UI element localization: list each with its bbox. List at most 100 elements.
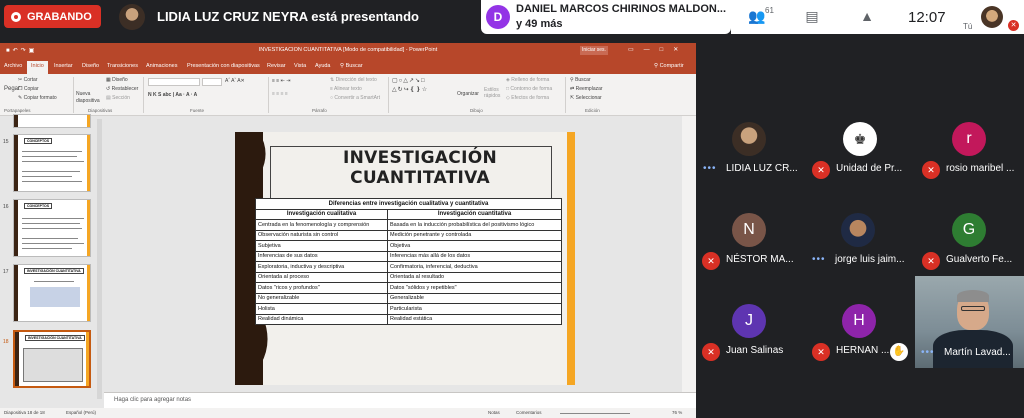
table-row: No generalizable Generalizable — [255, 292, 562, 304]
table-cell: Inferencias de sus datos — [255, 250, 388, 262]
comparison-table[interactable]: Diferencias entre investigación cualitat… — [255, 198, 562, 325]
find-button[interactable]: ⚲ Buscar — [570, 77, 591, 83]
slide-thumbnail[interactable]: CONCEPTOS — [13, 134, 91, 192]
ppt-ribbon: Pegar ✂ Cortar ❐ Copiar ✎ Copiar formato… — [0, 74, 696, 116]
table-row: Inferencias de sus datos Inferencias más … — [255, 250, 562, 262]
clock: 12:07 — [908, 9, 946, 26]
tab-animaciones[interactable]: Animaciones — [146, 63, 178, 69]
table-cell: Subjetiva — [255, 240, 388, 252]
participant-avatar — [732, 122, 766, 156]
participant-avatar: G — [952, 213, 986, 247]
tab-archivo[interactable]: Archivo — [4, 63, 22, 69]
thumb-title: INVESTIGACIÓN CUANTITATIVA — [24, 268, 84, 274]
font-size-input[interactable] — [202, 78, 222, 86]
muted-icon: ✕ — [922, 252, 940, 270]
align-buttons[interactable]: ≡ ≡ ≡ ≡ — [272, 91, 288, 97]
table-cell: Particularista — [387, 303, 562, 315]
tab-transiciones[interactable]: Transiciones — [107, 63, 138, 69]
ribbon-separator — [388, 77, 389, 113]
shapes-gallery[interactable]: ▢○△↗↘□ — [392, 77, 426, 84]
table-row: Subjetiva Objetiva — [255, 240, 562, 252]
group-diapositivas: Diapositivas — [88, 108, 113, 113]
zoom-level[interactable]: 76 % — [672, 410, 682, 415]
self-label: Tú — [963, 22, 973, 31]
notes-pane[interactable]: Haga clic para agregar notas — [104, 392, 696, 408]
tab-insertar[interactable]: Insertar — [54, 63, 73, 69]
shape-fill-button[interactable]: ◈ Relleno de forma — [506, 77, 549, 83]
tab-presentacion[interactable]: Presentación con diapositivas — [187, 63, 260, 69]
arrange-button[interactable]: Organizar — [457, 91, 479, 97]
cut-button[interactable]: ✂ Cortar — [18, 77, 38, 83]
speaking-icon: ••• — [703, 163, 717, 174]
reset-button[interactable]: ↺ Restablecer — [106, 86, 138, 92]
ribbon-separator — [73, 77, 74, 113]
language-indicator[interactable]: Español (Perú) — [66, 410, 96, 415]
speaker-chip[interactable]: D DANIEL MARCOS CHIRINOS MALDON... y 49 … — [481, 0, 731, 34]
slide-thumbnail[interactable] — [13, 114, 91, 128]
format-painter-button[interactable]: ✎ Copiar formato — [18, 95, 57, 101]
tab-diseno[interactable]: Diseño — [82, 63, 99, 69]
notes-button[interactable]: Notas — [488, 410, 500, 415]
new-slide-button[interactable]: Nueva diapositiva — [76, 91, 102, 105]
slide-thumbnail[interactable]: CONCEPTOS — [13, 199, 91, 257]
share-button[interactable]: ⚲ Compartir — [654, 63, 684, 69]
self-mute-icon: ✕ — [1008, 20, 1019, 31]
raised-hand-icon: ✋ — [890, 343, 908, 361]
comments-button[interactable]: Comentarios — [516, 410, 542, 415]
group-fuente: Fuente — [190, 108, 205, 113]
sign-in-button[interactable]: Iniciar ses. — [580, 46, 608, 55]
font-size-buttons[interactable]: Aˆ Aˇ A✕ — [225, 78, 245, 84]
text-direction-button[interactable]: ⇅ Dirección del texto — [330, 77, 377, 83]
slide-canvas[interactable]: INVESTIGACIÓN CUANTITATIVA Diferencias e… — [104, 116, 682, 392]
tab-buscar[interactable]: ⚲ Buscar — [340, 63, 363, 69]
slide-thumbnail-selected[interactable]: INVESTIGACIÓN CUANTITATIVA — [13, 330, 91, 388]
slide-title[interactable]: INVESTIGACIÓN CUANTITATIVA — [290, 148, 550, 188]
list-buttons[interactable]: ≡ ≡ ⇤ ⇥ — [272, 78, 290, 84]
tab-inicio[interactable]: Inicio — [27, 61, 48, 74]
self-avatar[interactable] — [981, 6, 1003, 28]
copy-button[interactable]: ❐ Copiar — [18, 86, 39, 92]
participant-name: Unidad de Pr... — [836, 163, 903, 174]
slide-thumbnail[interactable]: INVESTIGACIÓN CUANTITATIVA — [13, 264, 91, 322]
tab-ayuda[interactable]: Ayuda — [315, 63, 331, 69]
activities-icon[interactable]: ▲ — [858, 8, 876, 24]
people-icon[interactable]: 👥 — [748, 8, 766, 24]
select-button[interactable]: ⇱ Seleccionar — [570, 95, 602, 101]
participant-count: 61 — [765, 6, 774, 15]
thumbnails-scrollbar[interactable] — [97, 119, 102, 399]
recording-indicator[interactable]: GRABANDO — [4, 5, 101, 28]
zoom-slider[interactable] — [560, 413, 630, 414]
table-cell: Basada en la inducción probabilística de… — [387, 219, 562, 231]
participant-name: Martín Lavad... — [944, 347, 1011, 358]
smartart-button[interactable]: ○ Convertir a SmartArt — [330, 95, 380, 101]
thumb-title: INVESTIGACIÓN CUANTITATIVA — [25, 335, 85, 341]
table-header-qualitative: Investigación cualitativa — [255, 208, 388, 220]
shapes-gallery-row2[interactable]: △↻↪❴❵☆ — [392, 86, 428, 93]
table-cell: Objetiva — [387, 240, 562, 252]
muted-icon: ✕ — [812, 343, 830, 361]
table-cell: Datos "sólidos y repetibles" — [387, 282, 562, 294]
shape-effects-button[interactable]: ◇ Efectos de forma — [506, 95, 549, 101]
window-buttons[interactable]: ▭—□✕ — [628, 46, 688, 53]
recording-label: GRABANDO — [27, 10, 92, 23]
tab-revisar[interactable]: Revisar — [267, 63, 286, 69]
section-button[interactable]: ▤ Sección — [106, 95, 130, 101]
current-slide[interactable]: INVESTIGACIÓN CUANTITATIVA Diferencias e… — [235, 132, 575, 385]
layout-button[interactable]: ▦ Diseño — [106, 77, 128, 83]
muted-icon: ✕ — [922, 161, 940, 179]
chat-icon[interactable]: ▤ — [803, 8, 821, 24]
participant-name: NÉSTOR MA... — [726, 254, 794, 265]
replace-button[interactable]: ⇄ Reemplazar — [570, 86, 603, 92]
quick-styles-button[interactable]: Estilos rápidos — [484, 87, 504, 99]
shape-outline-button[interactable]: □ Contorno de forma — [506, 86, 552, 92]
tab-vista[interactable]: Vista — [294, 63, 306, 69]
font-name-input[interactable] — [148, 78, 200, 86]
canvas-scrollbar[interactable] — [682, 116, 696, 392]
group-dibujo: Dibujo — [470, 108, 483, 113]
table-row: Orientada al proceso Orientada al resulta… — [255, 271, 562, 283]
font-format-buttons[interactable]: N K S abc | Aa · A · A — [148, 92, 197, 98]
align-text-button[interactable]: ≡ Alinear texto — [330, 86, 362, 92]
slide-thumbnails-pane[interactable]: 15 CONCEPTOS 16 CONCEPTOS 17 INVESTIGACI… — [0, 114, 104, 408]
ppt-ribbon-tabs: Archivo Inicio Insertar Diseño Transicio… — [0, 59, 696, 74]
thumb-number: 18 — [3, 339, 9, 345]
